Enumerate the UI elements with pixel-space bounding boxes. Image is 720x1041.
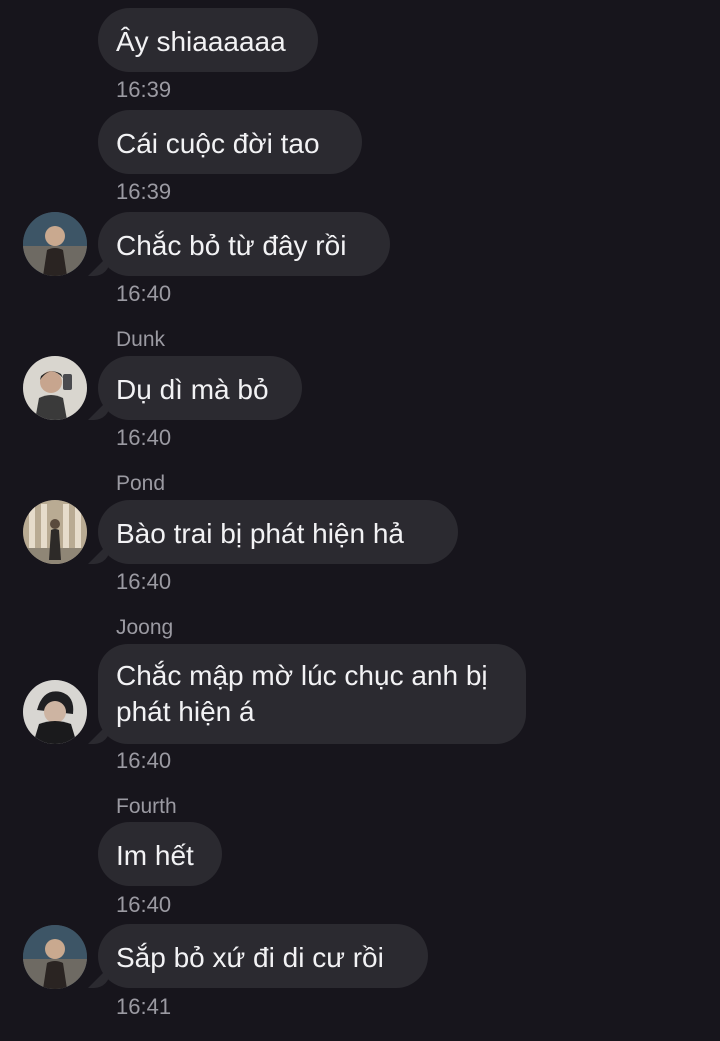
message-bubble[interactable]: Dụ dì mà bỏ bbox=[98, 356, 302, 420]
avatar[interactable] bbox=[23, 925, 87, 989]
avatar[interactable] bbox=[23, 212, 87, 276]
message-bubble[interactable]: Ây shiaaaaaa bbox=[98, 8, 318, 72]
avatar[interactable] bbox=[23, 680, 87, 744]
avatar-photo-icon bbox=[23, 356, 87, 420]
message-time: 16:40 bbox=[116, 425, 172, 450]
sender-name: Pond bbox=[116, 472, 166, 495]
message-bubble[interactable]: Chắc bỏ từ đây rồi bbox=[98, 212, 390, 276]
sender-name: Dunk bbox=[116, 328, 166, 351]
avatar-photo-icon bbox=[23, 500, 87, 564]
message-time: 16:40 bbox=[116, 892, 172, 917]
sender-name: Joong bbox=[116, 616, 174, 639]
message-bubble[interactable]: Cái cuộc đời tao bbox=[98, 110, 362, 174]
avatar[interactable] bbox=[23, 356, 87, 420]
message-bubble[interactable]: Im hết bbox=[98, 822, 222, 886]
message-bubble[interactable]: Chắc mập mờ lúc chục anh bị phát hiện á bbox=[98, 644, 526, 744]
avatar-photo-icon bbox=[23, 680, 87, 744]
chat-thread: Ây shiaaaaaa 16:39 Cái cuộc đời tao 16:3… bbox=[0, 0, 720, 1041]
message-time: 16:39 bbox=[116, 77, 172, 102]
message-bubble[interactable]: Sắp bỏ xứ đi di cư rồi bbox=[98, 924, 428, 988]
avatar-photo-icon bbox=[23, 925, 87, 989]
message-time: 16:40 bbox=[116, 748, 172, 773]
message-time: 16:40 bbox=[116, 281, 172, 306]
message-time: 16:39 bbox=[116, 179, 172, 204]
message-bubble[interactable]: Bào trai bị phát hiện hả bbox=[98, 500, 458, 564]
avatar[interactable] bbox=[23, 500, 87, 564]
message-time: 16:40 bbox=[116, 569, 172, 594]
sender-name: Fourth bbox=[116, 795, 177, 818]
avatar-photo-icon bbox=[23, 212, 87, 276]
message-time: 16:41 bbox=[116, 994, 172, 1019]
